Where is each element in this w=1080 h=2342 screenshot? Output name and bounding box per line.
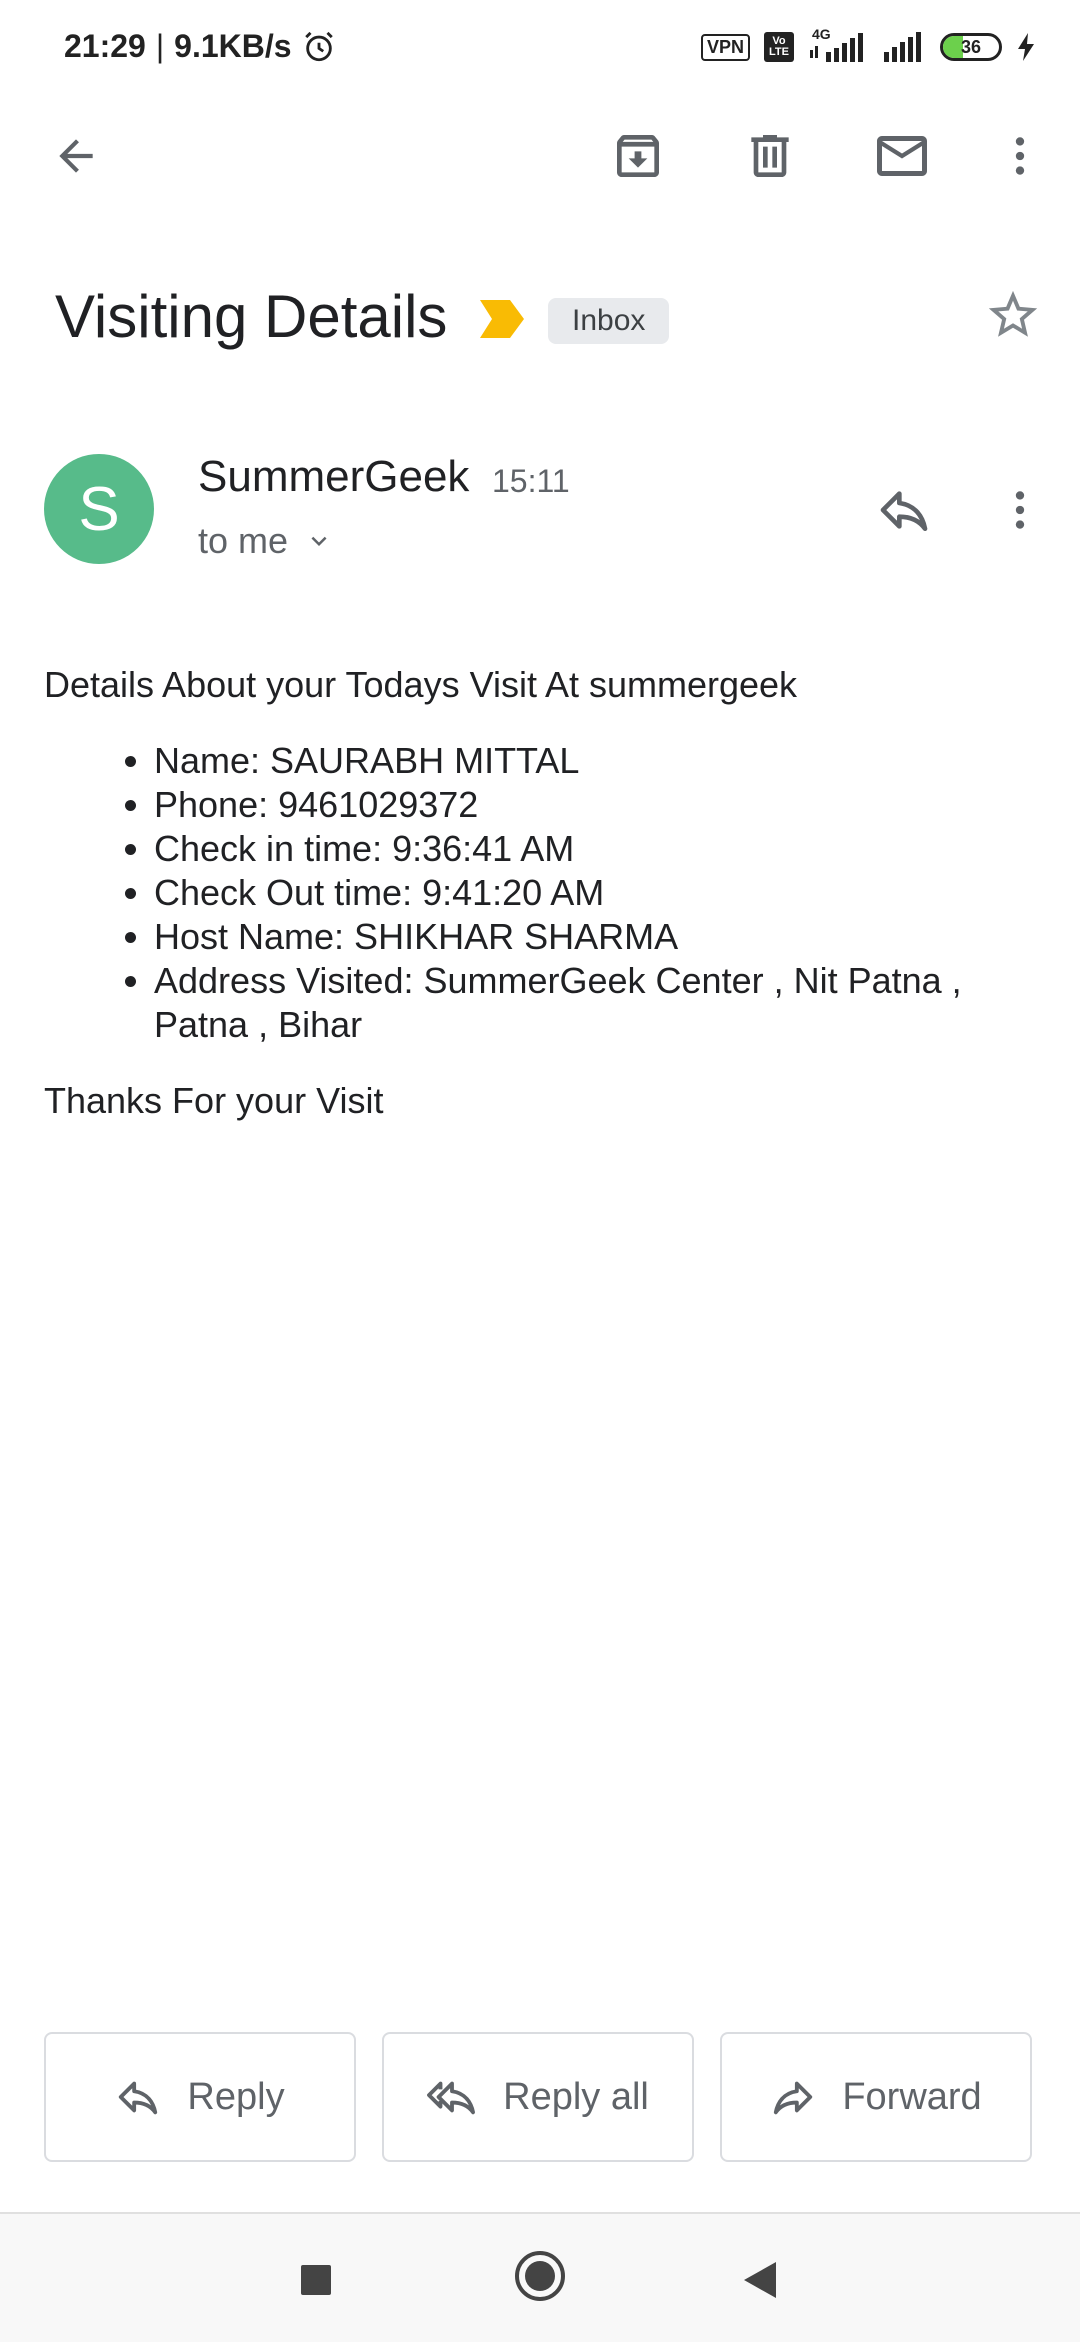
status-network-speed: 9.1KB/s xyxy=(174,28,292,64)
alarm-icon xyxy=(304,31,333,61)
volte-bottom-text: LTE xyxy=(769,46,789,58)
body-intro: Details About your Todays Visit At summe… xyxy=(44,664,798,705)
reply-all-button-label: Reply all xyxy=(503,2075,649,2118)
charging-icon xyxy=(1018,33,1034,61)
more-vert-icon xyxy=(1015,491,1025,529)
email-subject: Visiting Details xyxy=(55,283,448,350)
mail-icon xyxy=(877,136,927,176)
star-outline-icon xyxy=(988,290,1038,337)
list-item: Check in time: 9:36:41 AM xyxy=(154,827,1044,871)
reply-icon-button[interactable] xyxy=(868,474,940,546)
volte-icon: Vo LTE xyxy=(764,32,794,62)
forward-button-label: Forward xyxy=(842,2075,982,2118)
list-item: Name: SAURABH MITTAL xyxy=(154,739,1044,783)
back-nav-button[interactable] xyxy=(720,2240,800,2320)
more-vert-icon xyxy=(1015,137,1025,175)
reply-icon xyxy=(880,491,928,531)
archive-icon xyxy=(617,135,659,177)
signal-4g-icon: 4G xyxy=(808,26,868,64)
home-button[interactable] xyxy=(500,2236,580,2316)
message-more-button[interactable] xyxy=(984,474,1056,546)
delete-button[interactable] xyxy=(734,120,806,192)
sender-avatar[interactable]: S xyxy=(44,454,154,564)
signal-icon xyxy=(884,32,921,62)
forward-button[interactable]: Forward xyxy=(720,2032,1032,2162)
list-item: Address Visited: SummerGeek Center , Nit… xyxy=(154,959,994,1047)
reply-all-icon xyxy=(427,2081,476,2115)
reply-icon xyxy=(119,2081,158,2115)
star-button[interactable] xyxy=(978,280,1048,350)
archive-button[interactable] xyxy=(602,120,674,192)
arrow-left-icon xyxy=(59,139,93,173)
recipient-text: to me xyxy=(198,520,289,561)
status-time: 21:29 xyxy=(64,28,146,64)
email-time: 15:11 xyxy=(492,463,570,499)
label-chip-inbox[interactable]: Inbox xyxy=(548,298,670,344)
trash-icon xyxy=(751,135,789,177)
sender-name: SummerGeek xyxy=(198,452,470,501)
recipient-toggle[interactable]: to me xyxy=(198,520,334,562)
list-item: Host Name: SHIKHAR SHARMA xyxy=(154,915,1044,959)
network-type-label: 4G xyxy=(812,26,831,42)
visit-details-list: Name: SAURABH MITTAL Phone: 9461029372 C… xyxy=(44,739,1044,1047)
list-item: Check Out time: 9:41:20 AM xyxy=(154,871,1044,915)
mark-unread-button[interactable] xyxy=(866,120,938,192)
square-icon xyxy=(301,2265,331,2295)
status-bar-left: 21:29 | 9.1KB/s xyxy=(64,28,336,65)
more-options-button[interactable] xyxy=(984,120,1056,192)
forward-icon xyxy=(774,2081,813,2115)
reply-button-label: Reply xyxy=(187,2075,285,2118)
triangle-back-icon xyxy=(744,2262,776,2298)
body-closing: Thanks For your Visit xyxy=(44,1080,384,1121)
reply-button[interactable]: Reply xyxy=(44,2032,356,2162)
chevron-down-icon xyxy=(311,536,327,546)
email-body: Details About your Todays Visit At summe… xyxy=(44,663,1044,1123)
battery-icon: 36 xyxy=(940,33,1002,61)
importance-marker-icon[interactable] xyxy=(478,298,526,340)
status-separator: | xyxy=(155,28,165,64)
recents-button[interactable] xyxy=(276,2240,356,2320)
reply-all-button[interactable]: Reply all xyxy=(382,2032,694,2162)
list-item: Phone: 9461029372 xyxy=(154,783,1044,827)
vpn-badge: VPN xyxy=(700,33,750,61)
back-button[interactable] xyxy=(40,120,112,192)
status-bar-right: VPN Vo LTE 4G 36 xyxy=(700,26,1036,64)
home-circle-icon xyxy=(515,2251,565,2301)
system-navigation-bar xyxy=(0,2212,1080,2342)
battery-level: 36 xyxy=(960,36,982,57)
